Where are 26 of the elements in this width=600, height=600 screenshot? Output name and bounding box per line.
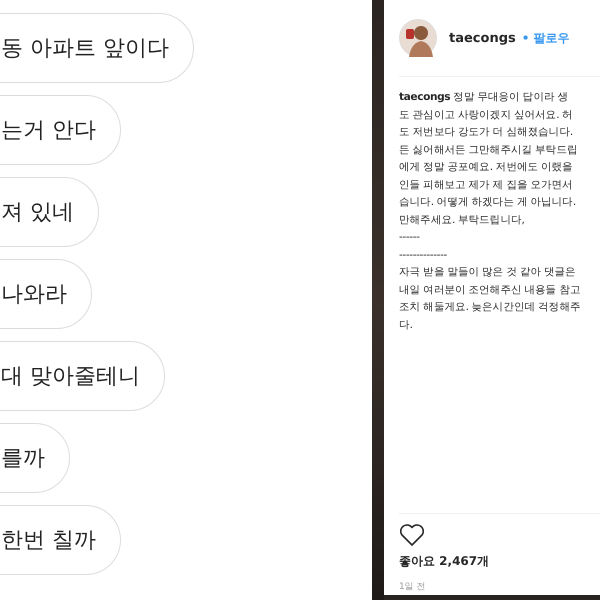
avatar-icon[interactable] bbox=[399, 19, 437, 57]
chat-bubble: 나와라 bbox=[0, 259, 92, 329]
username[interactable]: taecongs bbox=[449, 30, 516, 46]
caption-line: 인들 피해보고 제가 제 집을 오가면서 bbox=[399, 178, 573, 192]
chat-bubble: 를까 bbox=[0, 423, 70, 493]
caption-line: 다. bbox=[399, 318, 413, 332]
caption-line: 도 관심이고 사랑이겠지 싶어서요. 허 bbox=[399, 108, 573, 122]
caption-line: 자극 받을 말들이 많은 것 같아 댓글은 bbox=[399, 265, 576, 280]
chat-bubble: 동 아파트 앞이다 bbox=[0, 13, 194, 83]
caption-line: taecongs 정말 무대응이 답이라 생 bbox=[399, 90, 568, 105]
caption-line: 조치 해둘게요. 늦은시간인데 걱정해주 bbox=[399, 300, 580, 315]
like-count[interactable]: 좋아요 2,467개 bbox=[399, 553, 490, 570]
chat-bubble: 대 맞아줄테니 bbox=[0, 341, 165, 411]
caption-line: 습니다. 어떻게 하겠다는 게 아닙니다. bbox=[399, 195, 576, 210]
chat-bubble: 한번 칠까 bbox=[0, 505, 121, 575]
chat-bubble: 져 있네 bbox=[0, 177, 99, 247]
caption-line: ------ bbox=[399, 230, 420, 245]
chat-bubble: 는거 안다 bbox=[0, 95, 121, 165]
heart-icon[interactable] bbox=[399, 523, 425, 547]
caption-line: 도 저번보다 강도가 더 심해졌습니다. bbox=[399, 125, 573, 140]
caption-line: 에게 정말 공포예요. 저번에도 이랬을 bbox=[399, 160, 573, 175]
caption-line: 내일 여러분이 조언해주신 내용들 참고 bbox=[399, 282, 580, 298]
caption-line: 만해주세요. 부탁드립니다, bbox=[399, 212, 525, 228]
caption-line: -------------- bbox=[399, 248, 447, 262]
post-time: 1일 전 bbox=[399, 581, 426, 593]
caption-line: 든 싫어해서든 그만해주시길 부탁드립 bbox=[399, 142, 578, 158]
